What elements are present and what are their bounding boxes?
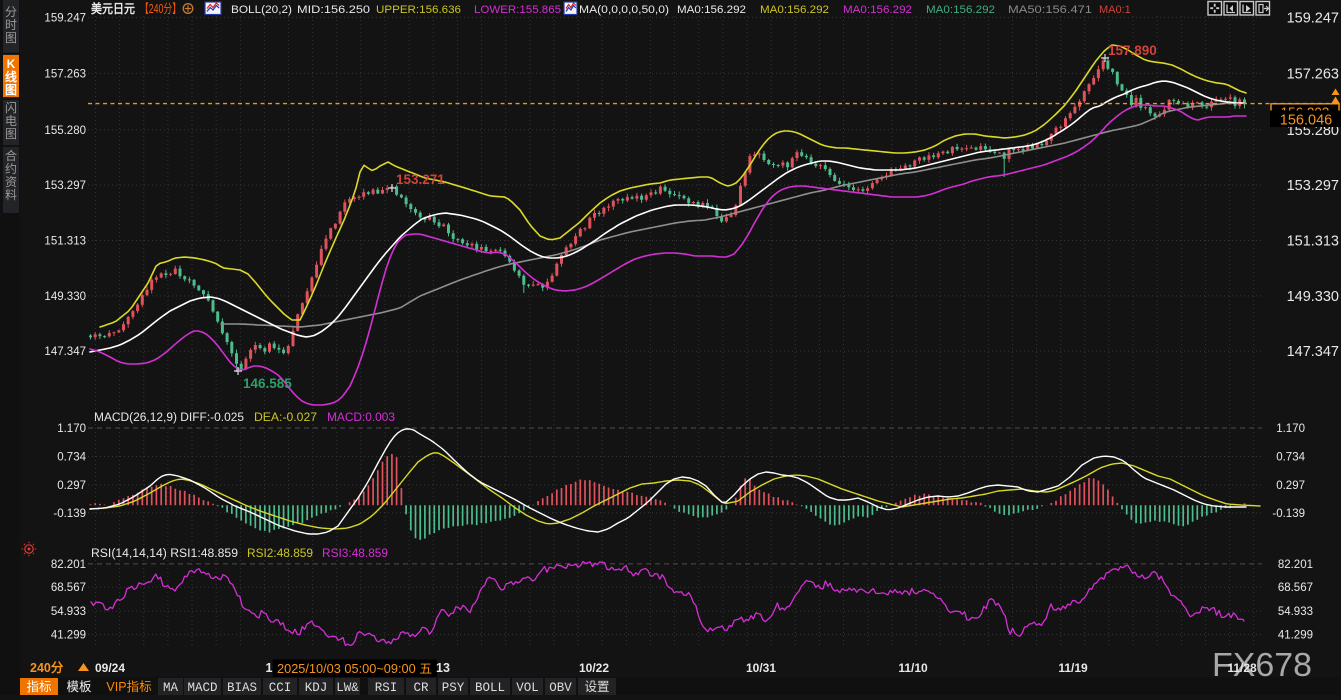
svg-text:VOL: VOL: [516, 681, 539, 695]
svg-text:68.567: 68.567: [1278, 582, 1313, 594]
svg-text:149.330: 149.330: [44, 291, 86, 303]
svg-text:157.263: 157.263: [1287, 66, 1339, 82]
svg-text:240分: 240分: [30, 660, 64, 675]
svg-text:CCI: CCI: [269, 681, 292, 695]
svg-text:图: 图: [5, 31, 17, 45]
svg-text:【240分】: 【240分】: [140, 2, 181, 16]
svg-text:11/19: 11/19: [1058, 661, 1088, 675]
svg-text:MA0:156.292: MA0:156.292: [843, 4, 912, 16]
svg-text:0.734: 0.734: [1276, 452, 1305, 464]
svg-text:41.299: 41.299: [1278, 630, 1313, 642]
svg-text:模板: 模板: [66, 680, 92, 694]
svg-text:147.347: 147.347: [1287, 344, 1339, 360]
svg-text:MA0:156.292: MA0:156.292: [760, 4, 829, 16]
svg-text:153.271: 153.271: [396, 172, 445, 187]
svg-text:-0.139: -0.139: [53, 508, 86, 520]
svg-text:MACD: MACD: [187, 681, 217, 695]
svg-text:BOLL(20,2): BOLL(20,2): [231, 4, 292, 16]
svg-text:CR: CR: [413, 681, 429, 695]
svg-text:DEA:-0.027: DEA:-0.027: [254, 412, 317, 424]
svg-text:MA: MA: [163, 681, 179, 695]
svg-text:146.585: 146.585: [243, 376, 292, 391]
svg-text:54.933: 54.933: [1278, 606, 1313, 618]
svg-text:LW&: LW&: [336, 681, 359, 695]
svg-text:资: 资: [5, 175, 17, 189]
svg-text:VIP指标: VIP指标: [106, 679, 151, 694]
svg-text:线: 线: [5, 69, 17, 84]
svg-text:13: 13: [436, 661, 450, 675]
svg-text:分: 分: [5, 5, 17, 19]
svg-text:151.313: 151.313: [44, 236, 86, 248]
svg-text:OBV: OBV: [549, 681, 572, 695]
svg-text:54.933: 54.933: [51, 606, 86, 618]
svg-text:157.890: 157.890: [1108, 43, 1157, 58]
svg-text:68.567: 68.567: [51, 582, 86, 594]
svg-text:1.170: 1.170: [57, 423, 86, 435]
svg-text:LOWER:155.865: LOWER:155.865: [474, 4, 561, 16]
svg-text:MA0:156.292: MA0:156.292: [677, 4, 746, 16]
svg-text:MA50:156.471: MA50:156.471: [1008, 4, 1092, 16]
svg-text:82.201: 82.201: [1278, 559, 1313, 571]
svg-text:RSI3:48.859: RSI3:48.859: [322, 548, 388, 560]
svg-text:闪: 闪: [5, 101, 17, 115]
svg-text:0.734: 0.734: [57, 452, 86, 464]
svg-text:-0.139: -0.139: [1272, 508, 1305, 520]
svg-text:图: 图: [5, 127, 17, 141]
svg-text:156.046: 156.046: [1280, 113, 1332, 129]
svg-text:约: 约: [5, 161, 17, 176]
svg-text:PSY: PSY: [442, 681, 465, 695]
svg-text:10/31: 10/31: [746, 661, 776, 675]
svg-text:159.247: 159.247: [44, 13, 86, 25]
svg-text:RSI(14,14,14) RSI1:48.859: RSI(14,14,14) RSI1:48.859: [91, 548, 238, 560]
svg-text:MA0:156.292: MA0:156.292: [926, 4, 995, 16]
svg-text:2025/10/03 05:00~09:00 五: 2025/10/03 05:00~09:00 五: [277, 662, 432, 676]
svg-text:MA(0,0,0,0,50,0): MA(0,0,0,0,50,0): [579, 4, 669, 16]
svg-text:82.201: 82.201: [51, 559, 86, 571]
svg-text:图: 图: [5, 83, 17, 97]
svg-text:MACD:0.003: MACD:0.003: [327, 412, 395, 424]
svg-text:0.297: 0.297: [1276, 480, 1305, 492]
svg-text:153.297: 153.297: [1287, 178, 1339, 194]
svg-text:157.263: 157.263: [44, 68, 86, 80]
svg-text:美元日元: 美元日元: [91, 1, 135, 16]
svg-text:指标: 指标: [26, 679, 51, 694]
svg-text:RSI: RSI: [375, 681, 398, 695]
svg-text:0.297: 0.297: [57, 480, 86, 492]
svg-text:UPPER:156.636: UPPER:156.636: [376, 4, 461, 16]
svg-text:RSI2:48.859: RSI2:48.859: [247, 548, 313, 560]
svg-text:1: 1: [266, 661, 273, 675]
svg-text:MACD(26,12,9) DIFF:-0.025: MACD(26,12,9) DIFF:-0.025: [94, 412, 244, 424]
svg-text:MA0:1: MA0:1: [1099, 4, 1131, 16]
svg-text:159.247: 159.247: [1287, 11, 1339, 27]
svg-text:KDJ: KDJ: [305, 681, 328, 695]
svg-text:BOLL: BOLL: [475, 681, 505, 695]
svg-text:151.313: 151.313: [1287, 234, 1339, 250]
svg-text:时: 时: [5, 18, 17, 32]
svg-text:料: 料: [5, 188, 17, 202]
svg-text:11/28: 11/28: [1227, 661, 1257, 675]
svg-text:电: 电: [5, 114, 17, 128]
svg-text:设置: 设置: [584, 679, 609, 694]
svg-text:153.297: 153.297: [44, 180, 86, 192]
svg-text:BIAS: BIAS: [227, 681, 257, 695]
svg-text:10/22: 10/22: [579, 661, 609, 675]
svg-text:11/10: 11/10: [898, 661, 928, 675]
svg-text:41.299: 41.299: [51, 630, 86, 642]
svg-text:合: 合: [5, 148, 17, 163]
svg-text:155.280: 155.280: [44, 125, 86, 137]
svg-text:147.347: 147.347: [44, 346, 86, 358]
svg-text:149.330: 149.330: [1287, 289, 1339, 305]
svg-text:09/24: 09/24: [95, 661, 125, 675]
svg-text:1.170: 1.170: [1276, 423, 1305, 435]
svg-text:K: K: [7, 57, 16, 71]
svg-text:MID:156.250: MID:156.250: [297, 4, 370, 16]
